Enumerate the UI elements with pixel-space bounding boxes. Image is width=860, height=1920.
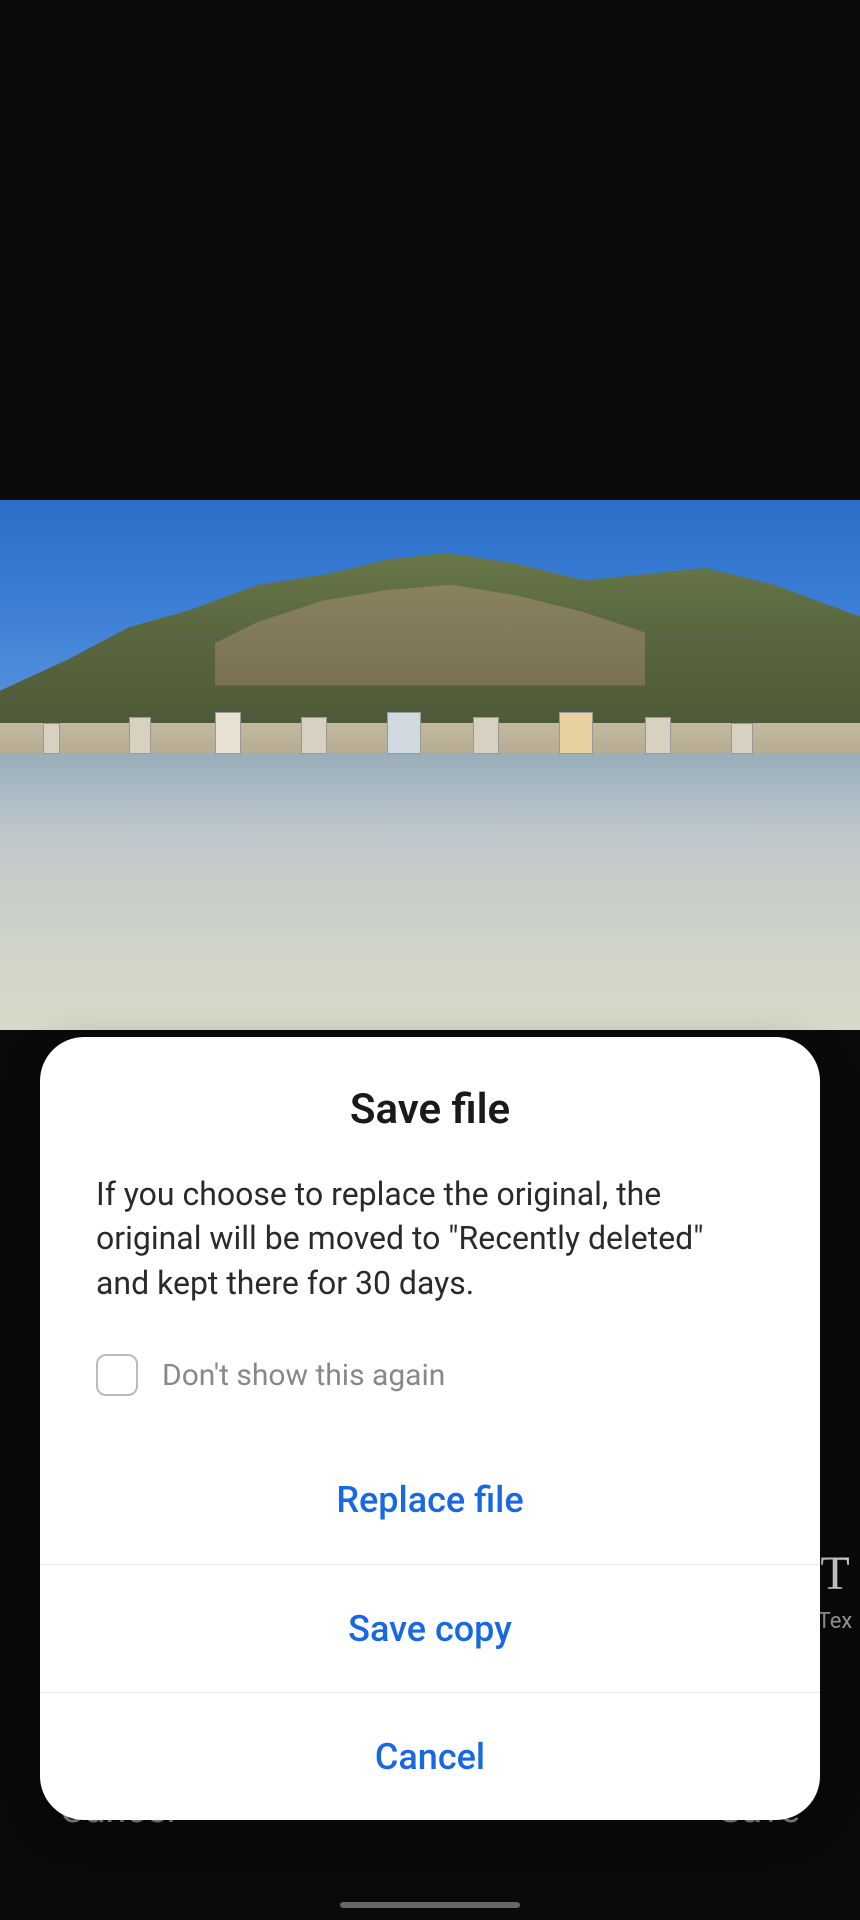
dialog-overlay: Save file If you choose to replace the o…	[0, 0, 860, 1920]
replace-file-button[interactable]: Replace file	[40, 1436, 820, 1564]
dont-show-again-checkbox[interactable]	[96, 1354, 138, 1396]
save-file-dialog: Save file If you choose to replace the o…	[40, 1037, 820, 1820]
dialog-body-text: If you choose to replace the original, t…	[40, 1172, 820, 1306]
dialog-title: Save file	[40, 1085, 820, 1134]
dont-show-again-row[interactable]: Don't show this again	[40, 1354, 820, 1396]
cancel-button[interactable]: Cancel	[40, 1692, 820, 1820]
save-copy-button[interactable]: Save copy	[40, 1564, 820, 1692]
dont-show-again-label: Don't show this again	[162, 1358, 445, 1393]
home-indicator[interactable]	[340, 1902, 520, 1908]
